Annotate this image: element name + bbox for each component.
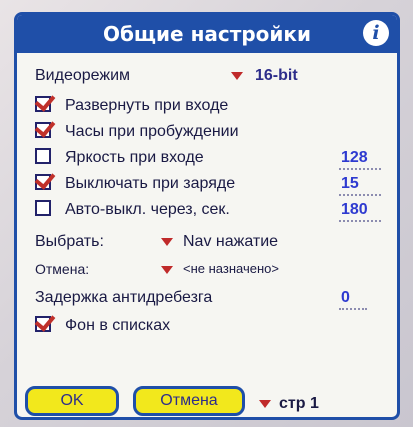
title-bar: Общие настройки i <box>17 15 397 53</box>
clock-on-wake-row[interactable]: Часы при пробуждении <box>35 120 385 144</box>
select-label: Выбрать: <box>35 233 104 250</box>
info-icon[interactable]: i <box>363 20 389 46</box>
off-on-charge-row[interactable]: Выключать при заряде 15 <box>35 172 385 196</box>
antibounce-value-underline <box>339 308 367 310</box>
page-selector[interactable]: стр 1 <box>259 392 369 416</box>
cancel-button[interactable]: Отмена <box>133 386 245 416</box>
video-mode-row: Видеорежим 16-bit <box>35 64 385 88</box>
chevron-down-icon[interactable] <box>161 266 173 274</box>
auto-off-row[interactable]: Авто-выкл. через, сек. 180 <box>35 198 385 222</box>
off-on-charge-label: Выключать при заряде <box>65 175 236 192</box>
ok-button[interactable]: OK <box>25 386 119 416</box>
antibounce-label: Задержка антидребезга <box>35 289 213 306</box>
auto-off-checkbox[interactable] <box>35 200 51 216</box>
brightness-row[interactable]: Яркость при входе 128 <box>35 146 385 170</box>
cancel-action-row: Отмена: <не назначено> <box>35 258 385 282</box>
select-value[interactable]: Nav нажатие <box>183 233 278 251</box>
lists-background-checkbox[interactable] <box>35 316 51 332</box>
page-selector-value[interactable]: стр 1 <box>279 395 319 413</box>
expand-on-start-row[interactable]: Развернуть при входе <box>35 94 385 118</box>
off-on-charge-value-underline <box>339 194 381 196</box>
video-mode-label: Видеорежим <box>35 67 130 84</box>
off-on-charge-checkbox[interactable] <box>35 174 51 190</box>
expand-on-start-checkbox[interactable] <box>35 96 51 112</box>
auto-off-value[interactable]: 180 <box>341 201 368 219</box>
clock-on-wake-label: Часы при пробуждении <box>65 123 239 140</box>
chevron-down-icon[interactable] <box>161 238 173 246</box>
chevron-down-icon[interactable] <box>259 400 271 408</box>
auto-off-value-underline <box>339 220 381 222</box>
off-on-charge-value[interactable]: 15 <box>341 175 359 193</box>
chevron-down-icon[interactable] <box>231 72 243 80</box>
dialog-title: Общие настройки <box>102 22 312 46</box>
lists-background-row[interactable]: Фон в списках <box>35 314 385 338</box>
video-mode-value[interactable]: 16-bit <box>255 67 298 85</box>
brightness-checkbox[interactable] <box>35 148 51 164</box>
auto-off-label: Авто-выкл. через, сек. <box>65 201 230 218</box>
antibounce-value[interactable]: 0 <box>341 289 350 307</box>
brightness-value-underline <box>339 168 381 170</box>
select-row: Выбрать: Nav нажатие <box>35 230 385 254</box>
expand-on-start-label: Развернуть при входе <box>65 97 229 114</box>
brightness-label: Яркость при входе <box>65 149 204 166</box>
settings-dialog: Общие настройки i Видеорежим 16-bit Разв… <box>14 12 400 420</box>
cancel-action-label: Отмена: <box>35 261 90 277</box>
antibounce-row: Задержка антидребезга 0 <box>35 286 385 310</box>
lists-background-label: Фон в списках <box>65 317 171 334</box>
clock-on-wake-checkbox[interactable] <box>35 122 51 138</box>
cancel-action-value[interactable]: <не назначено> <box>183 261 279 276</box>
brightness-value[interactable]: 128 <box>341 149 368 167</box>
